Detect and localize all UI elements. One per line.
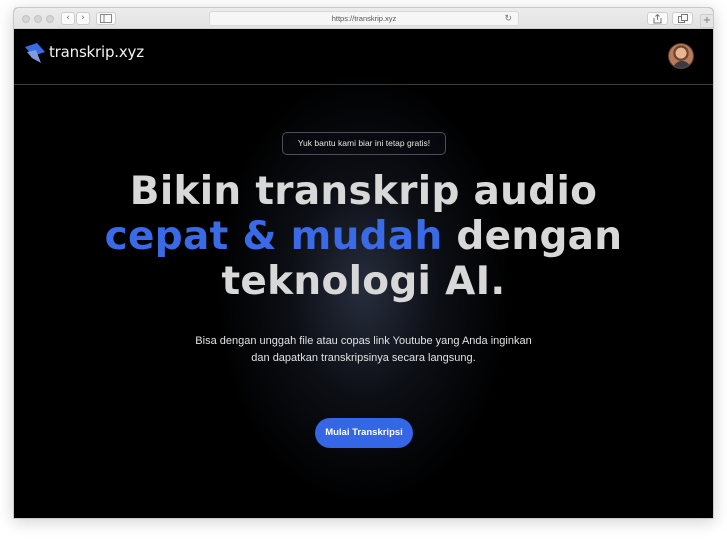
chevron-right-icon[interactable]: › <box>76 12 90 25</box>
browser-toolbar: ‹ › https://transkrip.xyz ↻ + <box>14 8 713 29</box>
url-text: https://transkrip.xyz <box>331 14 397 23</box>
hero-headline: Bikin transkrip audio cepat & mudah deng… <box>14 169 713 304</box>
headline-accent: cepat & mudah <box>104 214 443 259</box>
headline-line-2-rest: dengan <box>442 214 623 259</box>
browser-window: ‹ › https://transkrip.xyz ↻ + transkrip.… <box>13 7 714 519</box>
plus-icon[interactable]: + <box>700 14 713 28</box>
reload-icon[interactable]: ↻ <box>504 12 512 25</box>
share-icon[interactable] <box>647 12 668 25</box>
page-content: transkrip.xyz Yuk bantu kami biar ini te… <box>14 29 713 518</box>
headline-line-1: Bikin transkrip audio <box>129 169 598 214</box>
headline-line-3: teknologi AI. <box>221 259 506 304</box>
brand-name[interactable]: transkrip.xyz <box>49 43 144 61</box>
transkrip-logo-icon[interactable] <box>24 43 46 63</box>
tabs-icon[interactable] <box>672 12 693 25</box>
subtitle-line-1: Bisa dengan unggah file atau copas link … <box>195 335 532 347</box>
hero-subtitle: Bisa dengan unggah file atau copas link … <box>14 333 713 367</box>
minimize-window-button[interactable] <box>34 15 42 23</box>
subtitle-line-2: dan dapatkan transkripsinya secara langs… <box>251 352 476 364</box>
close-window-button[interactable] <box>22 15 30 23</box>
site-header: transkrip.xyz <box>14 29 713 85</box>
support-badge[interactable]: Yuk bantu kami biar ini tetap gratis! <box>282 132 446 155</box>
maximize-window-button[interactable] <box>46 15 54 23</box>
address-bar[interactable]: https://transkrip.xyz ↻ <box>209 11 519 26</box>
chevron-left-icon[interactable]: ‹ <box>61 12 75 25</box>
sidebar-icon[interactable] <box>96 12 116 25</box>
user-avatar[interactable] <box>668 43 694 69</box>
start-transcription-button[interactable]: Mulai Transkripsi <box>315 418 413 448</box>
